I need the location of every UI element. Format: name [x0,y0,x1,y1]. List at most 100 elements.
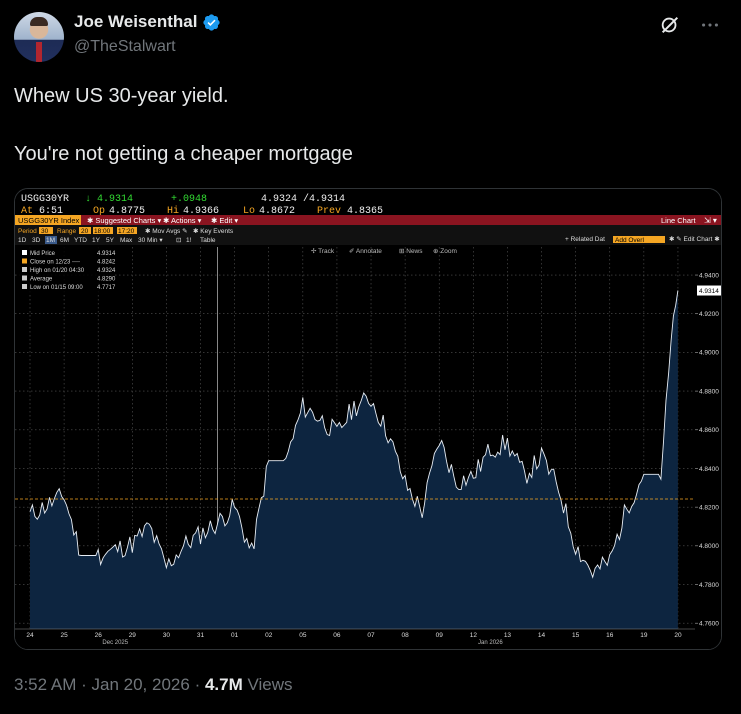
period-button[interactable]: Table [200,237,216,244]
x-tick-label: 13 [504,632,512,639]
x-tick-label: 12 [470,632,478,639]
mov-avgs-button[interactable]: ✱ Mov Avgs ✎ [145,227,188,235]
period-button[interactable]: YTD [74,237,87,244]
period-button[interactable]: 1Y [92,237,101,244]
change-value: +.0948 [171,194,207,205]
range-time-end-value: 17:20 [118,228,135,235]
y-tick-label: 4.8000 [699,543,719,550]
legend-value: 4.9314 [97,251,116,257]
x-tick-label: 25 [60,632,68,639]
x-tick-label: 06 [333,632,341,639]
chart-tool-button[interactable]: ⊕ Zoom [433,248,457,255]
bid-ask: 4.9324 /4.9314 [261,193,345,205]
y-tick-label: 4.9400 [699,272,719,279]
x-tick-label: 02 [265,632,273,639]
last-price: ↓ 4.9314 [85,194,133,205]
suggested-charts-menu[interactable]: ✱ Suggested Charts ▾ [87,216,161,225]
x-tick-label: 30 [163,632,171,639]
x-tick-label: 29 [129,632,137,639]
y-tick-label: 4.9200 [699,311,719,318]
author-name-row: Joe Weisenthal [74,12,221,32]
actions-menu[interactable]: ✱ Actions ▾ [163,216,202,225]
period-button[interactable]: ⊡ [176,237,182,244]
legend-swatch [22,275,27,281]
period-button[interactable]: Max [120,237,133,244]
y-tick-label: 4.9000 [699,350,719,357]
key-events-button[interactable]: ✱ Key Events [193,227,234,235]
x-tick-label: 16 [606,632,614,639]
post-actions-top [659,14,721,36]
verified-badge-icon [203,13,221,31]
legend-label: High on 01/20 04:30 [30,268,85,274]
x-tick-label: 07 [367,632,375,639]
range-value: 20 [81,228,89,235]
period-button[interactable]: 1! [186,237,192,244]
post-media-chart[interactable]: USGG30YR ↓ 4.9314 +.0948 4.9324 /4.9314 … [14,188,722,650]
x-tick-label: 09 [436,632,444,639]
x-tick-label: 01 [231,632,239,639]
y-axis-bg [695,245,721,631]
post-time[interactable]: 3:52 AM [14,675,76,694]
period-button[interactable]: 3D [32,237,41,244]
meta-separator-2: · [194,675,201,694]
more-icon[interactable] [699,14,721,36]
line-chart-label[interactable]: Line Chart [661,216,697,225]
last-price-tag: 4.9314 [699,288,719,295]
views-label: Views [247,675,293,694]
index-label[interactable]: USGG30YR Index [18,216,80,225]
post-text: Whew US 30-year yield. You're not gettin… [14,85,353,165]
y-tick-label: 4.8600 [699,427,719,434]
y-axis: 4.9400 4.9200 4.9000 4.8800 4.8600 4.8400 4.82… [695,245,721,631]
legend-swatch [22,284,27,289]
range-label: Range [57,228,77,235]
x-tick-label: 24 [26,632,34,639]
period-label: Period [18,228,37,235]
grok-icon[interactable] [659,14,681,36]
period-button[interactable]: 30 Min ▾ [138,237,163,244]
period-button[interactable]: 1M [46,237,55,244]
legend-value: 4.9324 [97,268,116,274]
range-time-start-value: 18:00 [94,228,111,235]
period-button[interactable]: 5Y [106,237,115,244]
period-value: 30 [41,228,49,235]
display-name[interactable]: Joe Weisenthal [74,12,197,32]
chart-tool-button[interactable]: ⊞ News [399,248,423,255]
x-tick-label: 26 [95,632,103,639]
export-icon[interactable]: ⇲ ▾ [704,216,717,225]
legend-swatch [22,267,27,272]
x-tick-label: 20 [674,632,682,639]
y-tick-label: 4.8200 [699,504,719,511]
month-label-dec: Dec 2025 [102,640,128,646]
legend-label: Close on 12/23 ---- [30,260,80,266]
avatar-tie [36,42,42,62]
add-overlay-value: Add Overl [615,237,644,244]
avatar-hair [30,17,48,26]
bloomberg-terminal-screenshot: USGG30YR ↓ 4.9314 +.0948 4.9324 /4.9314 … [15,189,721,649]
handle[interactable]: @TheStalwart [74,38,176,56]
month-label-jan: Jan 2026 [478,640,503,646]
x-tick-label: 31 [197,632,205,639]
x-tick-label: 19 [640,632,648,639]
views-count: 4.7M [204,675,243,694]
legend-value: 4.8242 [97,260,116,266]
chart-tool-button[interactable]: ✐ Annotate [349,248,382,255]
legend-value: 4.8290 [97,277,116,283]
legend-swatch [22,258,27,264]
post-footer: 3:52 AM · Jan 20, 2026 · 4.7M Views [14,675,293,695]
meta-separator: · [81,675,87,694]
edit-menu[interactable]: ✱ Edit ▾ [211,216,238,225]
legend-swatch [22,250,27,255]
edit-chart-button[interactable]: ✱ ✎ Edit Chart ✱ [669,235,720,243]
legend-value: 4.7717 [97,285,116,291]
y-tick-label: 4.8400 [699,466,719,473]
chart-tool-button[interactable]: ✢ Track [311,247,335,255]
post-date[interactable]: Jan 20, 2026 [92,675,190,694]
legend-label: Mid Price [30,251,56,257]
period-button[interactable]: 1D [18,237,27,244]
x-axis: 24 25 26 29 30 31 01 02 05 06 07 08 09 12 13 14 15 16 19 20… [15,628,721,649]
period-button[interactable]: 6M [60,237,69,244]
ticker: USGG30YR [21,194,69,205]
legend-label: Average [30,277,53,283]
avatar[interactable] [14,12,64,62]
x-tick-label: 05 [299,632,307,639]
